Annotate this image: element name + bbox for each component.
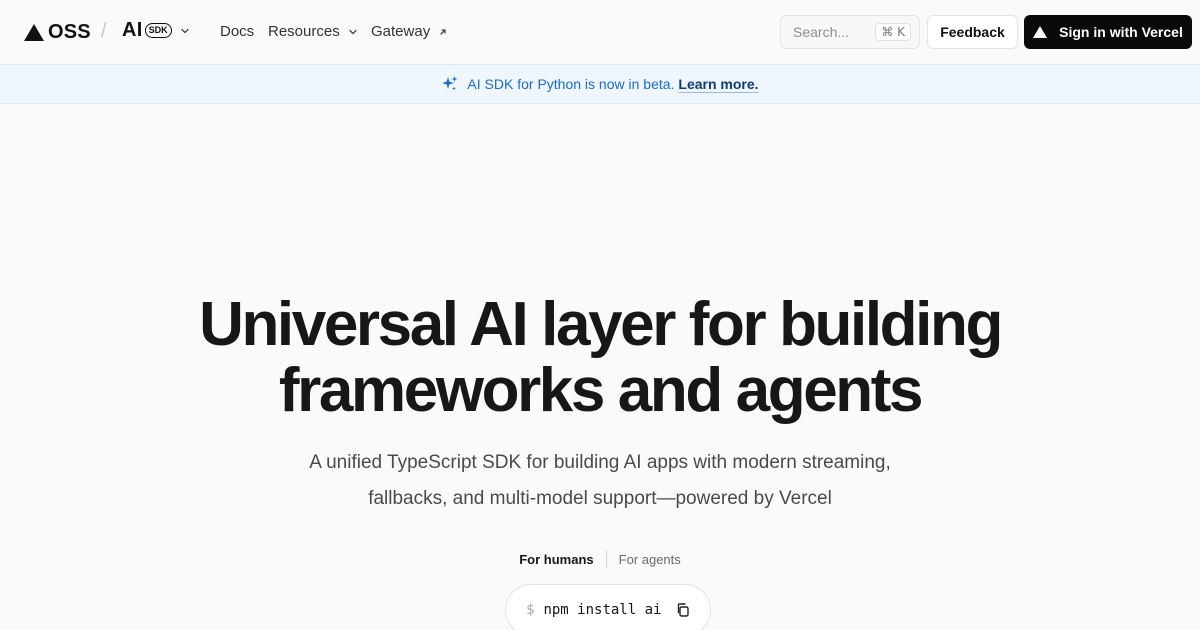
sign-in-label: Sign in with Vercel	[1059, 24, 1183, 40]
sign-in-button[interactable]: Sign in with Vercel	[1024, 15, 1192, 49]
feedback-label: Feedback	[940, 24, 1005, 40]
search-shortcut-badge: ⌘ K	[875, 23, 911, 41]
learn-more-link[interactable]: Learn more.	[678, 76, 758, 92]
oss-home-link[interactable]: OSS	[24, 21, 91, 43]
top-navigation-bar: OSS / AI SDK Docs Resources Gateway Sear…	[0, 0, 1200, 64]
hero-title-line-2: frameworks and agents	[278, 356, 924, 425]
hero-title: Universal AI layer for building framewor…	[0, 292, 1200, 424]
nav-resources-menu[interactable]: Resources	[268, 23, 358, 40]
arrow-up-right-icon	[440, 28, 446, 35]
search-placeholder: Search...	[793, 24, 850, 40]
install-command-box: $ npm install ai	[505, 584, 711, 630]
hero-subtitle-line-2: fallbacks, and multi-model support—power…	[368, 488, 832, 509]
announcement-banner: AI SDK for Python is now in beta. Learn …	[0, 64, 1200, 104]
shell-prompt: $	[526, 602, 535, 618]
brand-name: OSS	[48, 20, 91, 43]
copy-icon[interactable]	[675, 602, 691, 618]
nav-docs-link[interactable]: Docs	[220, 23, 254, 40]
tab-for-agents[interactable]: For agents	[607, 552, 681, 567]
sdk-badge: SDK	[144, 23, 172, 38]
chevron-down-icon	[180, 26, 190, 36]
hero-subtitle: A unified TypeScript SDK for building AI…	[280, 445, 920, 517]
product-name: AI	[122, 19, 143, 41]
breadcrumb-separator: /	[101, 20, 107, 42]
tab-for-humans[interactable]: For humans	[519, 552, 605, 567]
nav-gateway-link[interactable]: Gateway	[371, 23, 448, 40]
install-command: npm install ai	[543, 602, 662, 618]
chevron-down-icon	[349, 29, 357, 34]
feedback-button[interactable]: Feedback	[927, 15, 1018, 49]
audience-tabs: For humans For agents	[0, 550, 1200, 568]
banner-message: AI SDK for Python is now in beta.	[467, 76, 675, 92]
nav-gateway-label: Gateway	[371, 23, 431, 40]
hero-title-line-1: Universal AI layer for building	[199, 290, 1003, 359]
product-switcher[interactable]: AI SDK	[122, 19, 190, 42]
nav-resources-label: Resources	[268, 23, 340, 40]
nav-docs-label: Docs	[220, 23, 255, 40]
vercel-triangle-icon	[1033, 26, 1048, 38]
search-input[interactable]: Search... ⌘ K	[780, 15, 920, 49]
hero-subtitle-line-1: A unified TypeScript SDK for building AI…	[309, 452, 891, 473]
vercel-triangle-icon	[24, 23, 44, 41]
sparkle-icon	[441, 75, 459, 93]
